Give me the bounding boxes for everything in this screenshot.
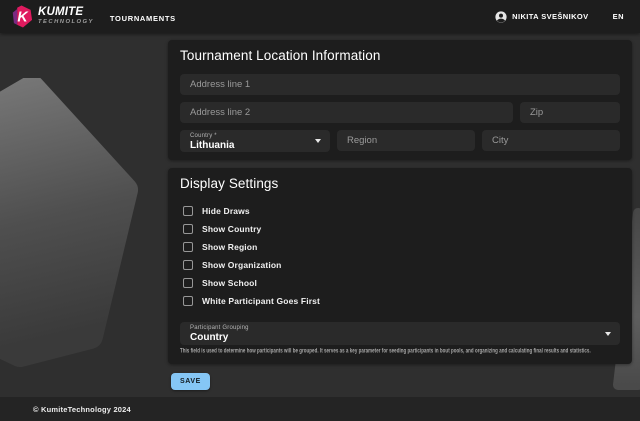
brand-name: KUMITE (38, 7, 94, 19)
grouping-select-value: Country (190, 332, 598, 343)
decor-hexagon-left (0, 78, 140, 373)
country-select[interactable]: Country * Lithuania (180, 130, 330, 152)
chevron-down-icon (605, 332, 611, 336)
checkbox-row-show-organization[interactable]: Show Organization (180, 256, 620, 274)
brand-logo[interactable]: K KUMITE TECHNOLOGY (12, 5, 94, 28)
location-card-title: Tournament Location Information (180, 49, 620, 63)
checkbox-row-hide-draws[interactable]: Hide Draws (180, 202, 620, 220)
checkbox[interactable] (183, 296, 193, 306)
checkbox-label: White Participant Goes First (202, 296, 320, 306)
language-selector[interactable]: EN (613, 12, 624, 21)
checkbox[interactable] (183, 278, 193, 288)
checkbox-row-show-country[interactable]: Show Country (180, 220, 620, 238)
copyright-text: © KumiteTechnology 2024 (33, 405, 131, 414)
page-content: Tournament Location Information Country … (168, 40, 632, 390)
app-footer: © KumiteTechnology 2024 (0, 397, 640, 421)
checkbox-row-show-region[interactable]: Show Region (180, 238, 620, 256)
brand-text: KUMITE TECHNOLOGY (38, 7, 94, 25)
brand-subtitle: TECHNOLOGY (38, 20, 94, 26)
checkbox-label: Show School (202, 278, 257, 288)
account-circle-icon (495, 11, 507, 23)
app-header: K KUMITE TECHNOLOGY TOURNAMENTS NIKITA S… (0, 0, 640, 33)
checkbox-label: Show Region (202, 242, 257, 252)
checkbox-label: Hide Draws (202, 206, 250, 216)
logo-letter: K (17, 10, 29, 26)
main-area: Tournament Location Information Country … (0, 33, 640, 397)
grouping-select-label: Participant Grouping (190, 325, 598, 332)
grouping-helper-text: This field is used to determine how part… (180, 348, 457, 354)
checkbox-label: Show Country (202, 224, 261, 234)
region-input[interactable] (337, 130, 475, 151)
checkbox-label: Show Organization (202, 260, 282, 270)
city-input[interactable] (482, 130, 620, 151)
checkbox-row-show-school[interactable]: Show School (180, 274, 620, 292)
nav-tournaments[interactable]: TOURNAMENTS (106, 8, 180, 29)
display-settings-card: Display Settings Hide Draws Show Country… (168, 168, 632, 364)
participant-grouping-select[interactable]: Participant Grouping Country (180, 322, 620, 345)
checkbox[interactable] (183, 260, 193, 270)
zip-input[interactable] (520, 102, 620, 123)
user-menu[interactable]: NIKITA SVEŠNIKOV (495, 11, 588, 23)
checkbox-list: Hide Draws Show Country Show Region Show… (180, 202, 620, 310)
address-line-2-input[interactable] (180, 102, 513, 123)
kumite-logo-icon: K (12, 5, 33, 28)
helper-text-wrap: This field is used to determine how part… (180, 348, 620, 356)
user-name: NIKITA SVEŠNIKOV (512, 12, 588, 21)
display-settings-title: Display Settings (180, 177, 620, 191)
country-select-label: Country * (190, 133, 308, 140)
checkbox-row-white-participant-first[interactable]: White Participant Goes First (180, 292, 620, 310)
save-button[interactable]: SAVE (171, 373, 210, 390)
checkbox[interactable] (183, 224, 193, 234)
checkbox[interactable] (183, 206, 193, 216)
chevron-down-icon (315, 139, 321, 143)
address-line-1-input[interactable] (180, 74, 620, 95)
checkbox[interactable] (183, 242, 193, 252)
country-select-value: Lithuania (190, 140, 308, 151)
main-nav: TOURNAMENTS (106, 8, 180, 26)
location-card: Tournament Location Information Country … (168, 40, 632, 160)
